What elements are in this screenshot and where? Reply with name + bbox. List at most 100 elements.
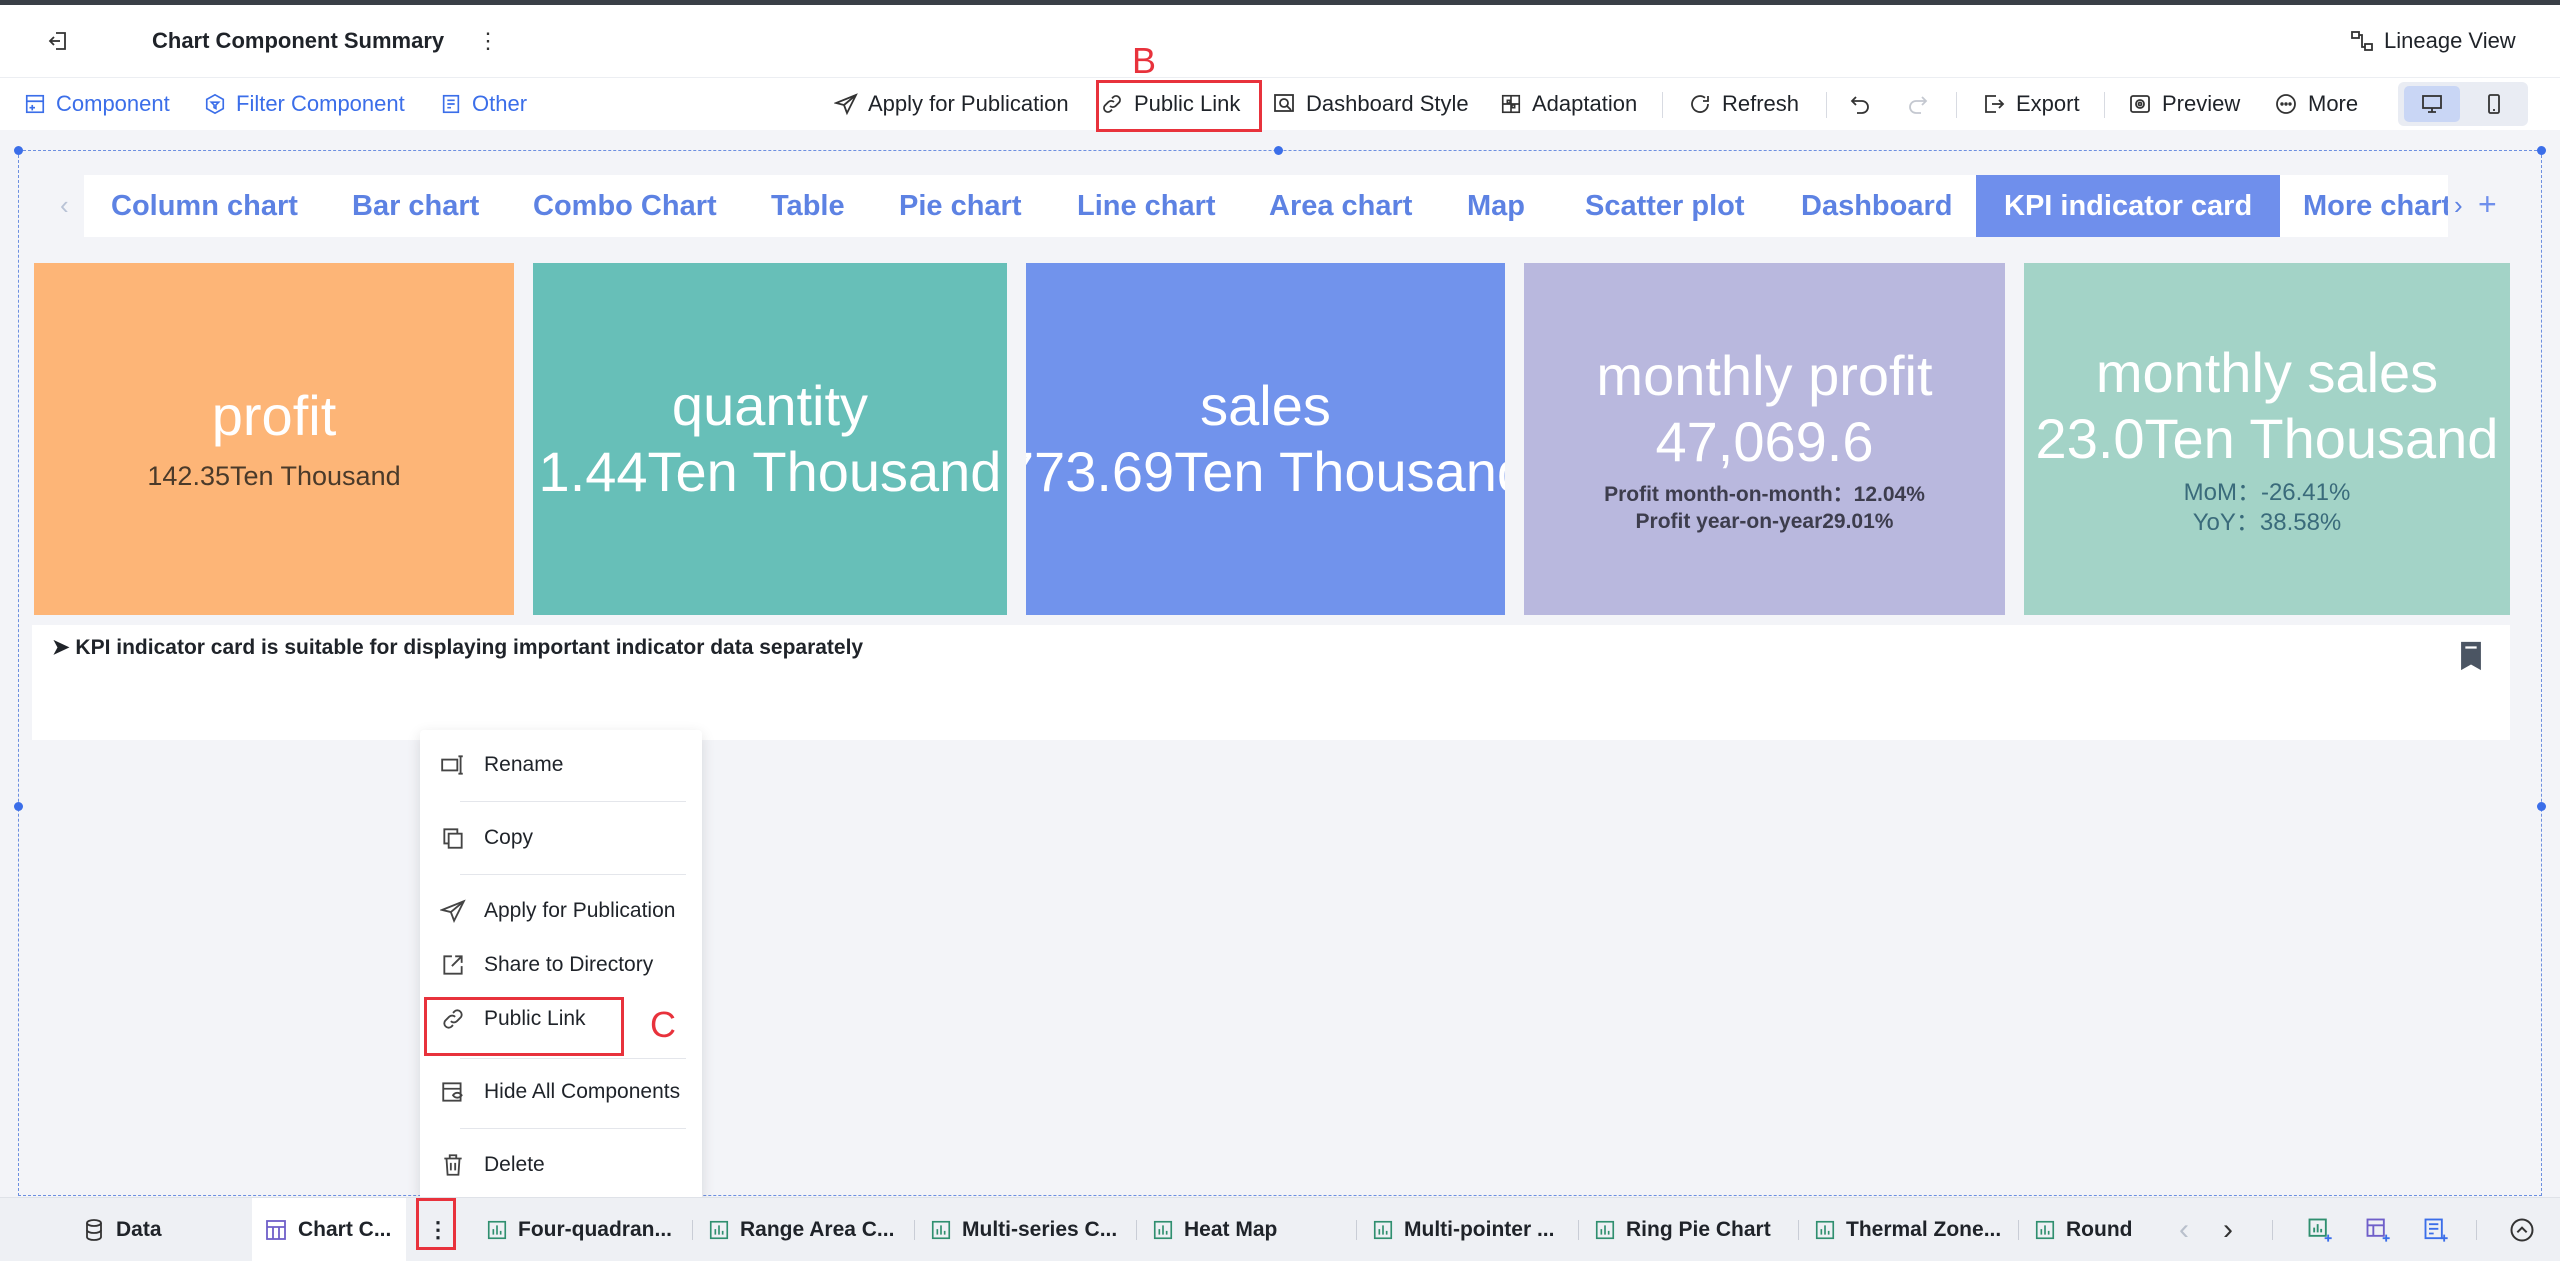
annotation-letter-b: B bbox=[1132, 40, 1157, 81]
sheet-tab[interactable]: Ring Pie Chart bbox=[1594, 1198, 1771, 1261]
tab-divider bbox=[2476, 1220, 2477, 1240]
data-tab[interactable]: Data bbox=[82, 1198, 162, 1261]
tab-area-chart[interactable]: Area chart bbox=[1269, 175, 1412, 237]
kpi-card-monthly-sales[interactable]: monthly sales 23.0Ten Thousand MoM：-26.4… bbox=[2024, 263, 2510, 615]
hide-components-icon bbox=[442, 1082, 463, 1102]
mobile-view-button[interactable] bbox=[2466, 86, 2522, 122]
tab-pie-chart[interactable]: Pie chart bbox=[899, 175, 1022, 237]
menu-label: Delete bbox=[484, 1153, 545, 1176]
filter-component-button[interactable]: Filter Component bbox=[204, 78, 405, 130]
menu-item-hide-all[interactable]: Hide All Components bbox=[434, 1072, 692, 1112]
add-dashboard-sheet-icon[interactable] bbox=[2362, 1214, 2394, 1246]
component-button[interactable]: Component bbox=[24, 78, 170, 130]
sheet-tab[interactable]: Multi-pointer ... bbox=[1372, 1198, 1554, 1261]
export-button[interactable]: Export bbox=[1982, 78, 2080, 130]
toolbar-divider bbox=[1662, 92, 1663, 118]
sheet-tab[interactable]: Four-quadran... bbox=[486, 1198, 672, 1261]
other-label: Other bbox=[472, 91, 528, 116]
tab-divider bbox=[1578, 1220, 1579, 1240]
tab-scroll-right-icon[interactable]: › bbox=[2454, 190, 2463, 221]
tab-more-chart[interactable]: More chart bbox=[2303, 175, 2448, 237]
kpi-card-monthly-profit[interactable]: monthly profit 47,069.6 Profit month-on-… bbox=[1524, 263, 2005, 615]
redo-icon bbox=[1909, 96, 1928, 114]
adaptation-button[interactable]: Adaptation bbox=[1500, 78, 1637, 130]
book-icon[interactable] bbox=[2454, 639, 2488, 678]
scroll-right-icon[interactable]: › bbox=[2212, 1213, 2244, 1246]
sheet-tab-label: Thermal Zone... bbox=[1846, 1218, 2002, 1241]
annotation-letter-c: C bbox=[650, 1004, 676, 1045]
lineage-view-button[interactable]: Lineage View bbox=[2350, 27, 2516, 55]
dashboard-style-button[interactable]: Dashboard Style bbox=[1272, 78, 1469, 130]
exit-icon[interactable] bbox=[44, 27, 72, 55]
adaptation-icon bbox=[1501, 94, 1521, 114]
lineage-icon bbox=[2351, 31, 2373, 51]
sheet-tab[interactable]: Heat Map bbox=[1152, 1198, 1277, 1261]
desktop-icon bbox=[2422, 95, 2442, 113]
sheet-tab[interactable]: Round bbox=[2034, 1198, 2144, 1261]
tab-kpi-indicator-card[interactable]: KPI indicator card bbox=[1976, 175, 2281, 237]
resize-handle[interactable] bbox=[14, 146, 23, 155]
resize-handle[interactable] bbox=[1274, 146, 1283, 155]
other-button[interactable]: Other bbox=[440, 78, 527, 130]
tab-scroll-left-icon[interactable]: ‹ bbox=[60, 190, 69, 221]
resize-handle[interactable] bbox=[2537, 146, 2546, 155]
rename-icon bbox=[441, 755, 463, 775]
redo-button[interactable] bbox=[1906, 78, 1930, 130]
other-icon bbox=[442, 94, 460, 114]
share-icon bbox=[443, 955, 463, 975]
menu-divider bbox=[460, 874, 686, 875]
desktop-view-button[interactable] bbox=[2404, 86, 2460, 122]
apply-publication-button[interactable]: Apply for Publication bbox=[834, 78, 1069, 130]
sheet-tab-label: Multi-series C... bbox=[962, 1218, 1118, 1241]
title-more-icon[interactable]: ⋮ bbox=[477, 27, 499, 55]
tab-scatter-plot[interactable]: Scatter plot bbox=[1585, 175, 1745, 237]
collapse-up-icon[interactable] bbox=[2506, 1214, 2538, 1246]
tab-map[interactable]: Map bbox=[1467, 175, 1525, 237]
tab-dashboard[interactable]: Dashboard bbox=[1801, 175, 1952, 237]
toolbar-divider bbox=[1826, 92, 1827, 118]
menu-label: Apply for Publication bbox=[484, 899, 676, 922]
tab-column-chart[interactable]: Column chart bbox=[111, 175, 298, 237]
kpi-mom: Profit month-on-month：12.04% bbox=[1604, 483, 1925, 506]
tab-bar-chart[interactable]: Bar chart bbox=[352, 175, 479, 237]
more-button[interactable]: More bbox=[2274, 78, 2358, 130]
add-report-sheet-icon[interactable] bbox=[2420, 1214, 2452, 1246]
page-title: Chart Component Summary bbox=[152, 28, 445, 53]
preview-button[interactable]: Preview bbox=[2128, 78, 2240, 130]
scroll-left-icon[interactable]: ‹ bbox=[2168, 1213, 2200, 1246]
chart-sheet-icon bbox=[709, 1220, 729, 1240]
sheet-tab[interactable]: Range Area C... bbox=[708, 1198, 894, 1261]
add-chart-sheet-icon[interactable] bbox=[2304, 1214, 2336, 1246]
sheet-tab[interactable]: Multi-series C... bbox=[930, 1198, 1117, 1261]
kpi-value: 23.0Ten Thousand bbox=[2035, 407, 2499, 470]
menu-item-delete[interactable]: Delete bbox=[434, 1145, 692, 1185]
sheet-tab-label: Heat Map bbox=[1184, 1218, 1278, 1241]
kpi-card-profit[interactable]: profit 142.35Ten Thousand bbox=[34, 263, 514, 615]
kpi-card-sales[interactable]: sales 773.69Ten Thousand bbox=[1026, 263, 1505, 615]
tab-combo-chart[interactable]: Combo Chart bbox=[533, 175, 717, 237]
export-label: Export bbox=[2016, 91, 2080, 116]
preview-icon bbox=[2130, 95, 2150, 113]
sheet-tab-active[interactable]: Chart C... bbox=[252, 1198, 406, 1261]
tab-table[interactable]: Table bbox=[771, 175, 845, 237]
menu-item-rename[interactable]: Rename bbox=[434, 745, 692, 785]
sheet-tab[interactable]: Thermal Zone... bbox=[1814, 1198, 2001, 1261]
highlight-box-kebab bbox=[416, 1198, 456, 1250]
chart-sheet-icon bbox=[1815, 1220, 1835, 1240]
sheet-tab-label: Four-quadran... bbox=[518, 1218, 672, 1241]
tab-line-chart[interactable]: Line chart bbox=[1077, 175, 1216, 237]
menu-item-share-directory[interactable]: Share to Directory bbox=[434, 945, 692, 985]
refresh-icon bbox=[1691, 95, 1709, 113]
kpi-card-quantity[interactable]: quantity 1.44Ten Thousand bbox=[533, 263, 1007, 615]
tab-divider bbox=[2272, 1220, 2273, 1240]
resize-handle[interactable] bbox=[2537, 802, 2546, 811]
resize-handle[interactable] bbox=[14, 802, 23, 811]
menu-item-copy[interactable]: Copy bbox=[434, 818, 692, 858]
kpi-value: 142.35Ten Thousand bbox=[147, 461, 401, 491]
undo-button[interactable] bbox=[1848, 78, 1872, 130]
sheet-tab-label: Ring Pie Chart bbox=[1626, 1218, 1771, 1241]
refresh-button[interactable]: Refresh bbox=[1688, 78, 1799, 130]
dashboard-style-label: Dashboard Style bbox=[1306, 91, 1469, 116]
menu-item-apply-publication[interactable]: Apply for Publication bbox=[434, 891, 692, 931]
add-tab-icon[interactable]: + bbox=[2478, 186, 2497, 223]
